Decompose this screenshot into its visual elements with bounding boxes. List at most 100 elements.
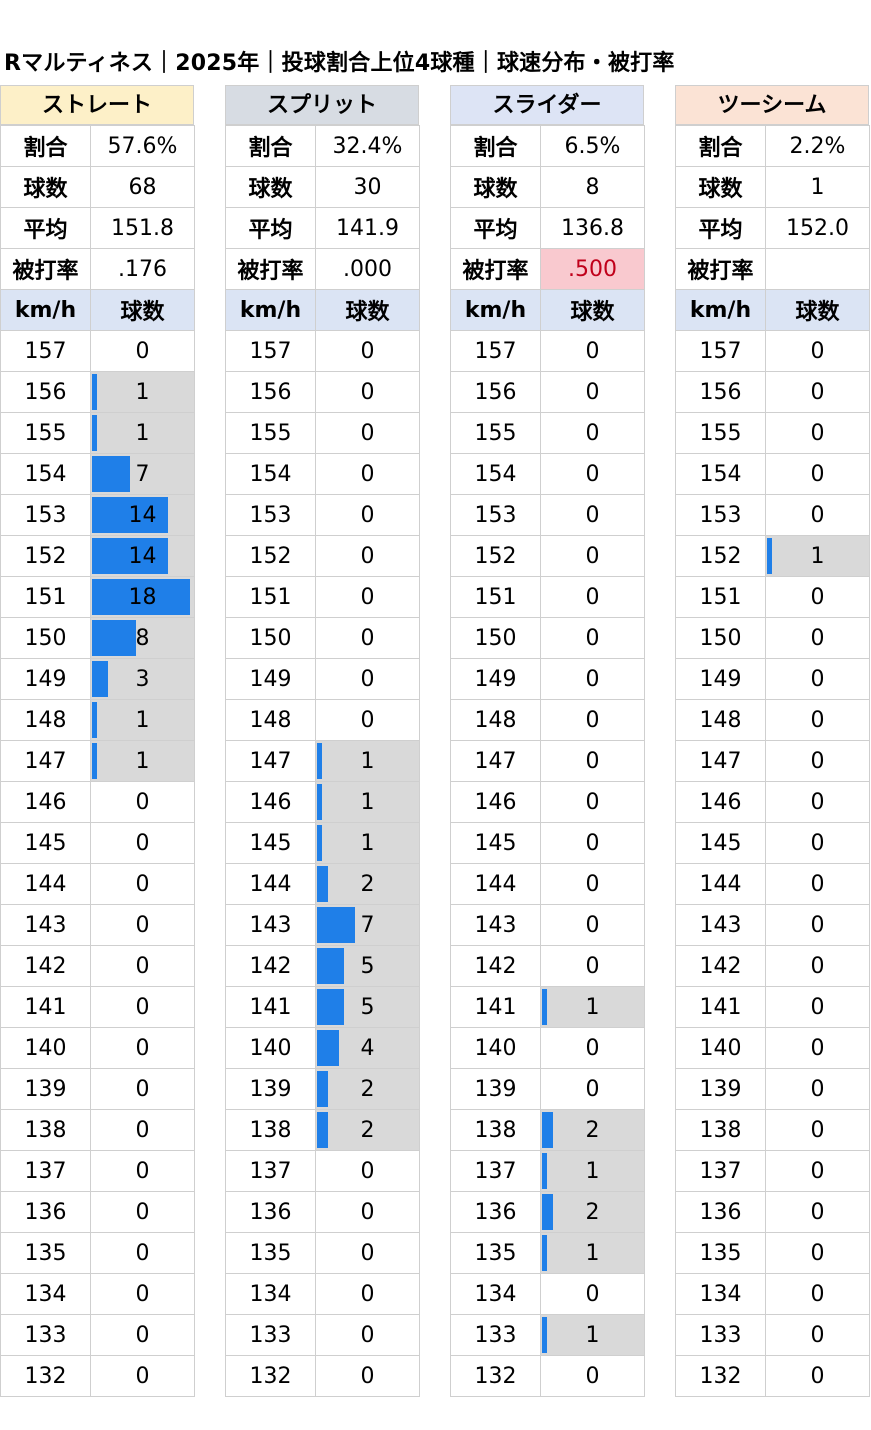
speed-tick-label: 135 — [450, 1232, 541, 1274]
stat-row-count: 球数 1 — [675, 166, 870, 208]
speed-bar — [317, 1030, 339, 1066]
stat-value-ba — [765, 248, 870, 290]
count-cell: 0 — [315, 576, 420, 618]
count-data-label: 0 — [810, 379, 825, 405]
count-column-header: 球数 — [315, 289, 420, 331]
speed-tick-label: 152 — [0, 535, 91, 577]
count-data-label: 0 — [135, 1158, 150, 1184]
distribution-row: 137 0 — [225, 1150, 420, 1192]
distribution-row: 148 0 — [225, 699, 420, 741]
distribution-row: 147 0 — [450, 740, 645, 782]
speed-bar — [317, 825, 322, 861]
pitch-panel-4: ツーシーム 割合 2.2% 球数 1 平均 152.0 被打率 km/h 球数 157 0 156 0 15… — [675, 85, 870, 1397]
count-data-label: 0 — [810, 1076, 825, 1102]
distribution-row: 144 0 — [0, 863, 195, 905]
distribution-row: 156 0 — [450, 371, 645, 413]
stat-row-ratio: 割合 2.2% — [675, 125, 870, 167]
count-cell: 0 — [315, 1232, 420, 1274]
speed-tick-label: 150 — [450, 617, 541, 659]
count-data-label: 0 — [360, 666, 375, 692]
speed-tick-label: 150 — [675, 617, 766, 659]
speed-tick-label: 148 — [675, 699, 766, 741]
speed-tick-label: 147 — [0, 740, 91, 782]
count-data-label: 0 — [810, 994, 825, 1020]
distribution-row: 146 0 — [0, 781, 195, 823]
speed-tick-label: 147 — [450, 740, 541, 782]
stat-value-avg: 151.8 — [90, 207, 195, 249]
stat-label: 被打率 — [0, 248, 91, 290]
count-cell: 0 — [90, 863, 195, 905]
speed-tick-label: 151 — [675, 576, 766, 618]
count-cell: 0 — [540, 822, 645, 864]
count-cell: 0 — [90, 1355, 195, 1397]
count-data-label: 0 — [585, 912, 600, 938]
speed-tick-label: 140 — [675, 1027, 766, 1069]
count-data-label: 0 — [585, 953, 600, 979]
distribution-row: 142 0 — [675, 945, 870, 987]
distribution-row: 133 0 — [225, 1314, 420, 1356]
speed-bar — [542, 1317, 547, 1353]
stat-row-count: 球数 68 — [0, 166, 195, 208]
count-cell: 2 — [315, 1109, 420, 1151]
distribution-row: 154 0 — [675, 453, 870, 495]
count-cell: 0 — [540, 330, 645, 372]
distribution-row: 155 0 — [225, 412, 420, 454]
speed-tick-label: 144 — [450, 863, 541, 905]
distribution-row: 137 1 — [450, 1150, 645, 1192]
count-data-label: 0 — [360, 1199, 375, 1225]
count-cell: 0 — [315, 412, 420, 454]
speed-tick-label: 140 — [0, 1027, 91, 1069]
count-data-label: 14 — [128, 543, 157, 569]
count-cell: 0 — [765, 412, 870, 454]
count-data-label: 8 — [135, 625, 150, 651]
count-data-label: 0 — [135, 1322, 150, 1348]
speed-column-header: km/h — [225, 289, 316, 331]
count-cell: 0 — [315, 1150, 420, 1192]
count-column-header: 球数 — [90, 289, 195, 331]
speed-tick-label: 133 — [0, 1314, 91, 1356]
count-data-label: 0 — [810, 789, 825, 815]
speed-tick-label: 133 — [675, 1314, 766, 1356]
count-cell: 0 — [90, 904, 195, 946]
count-cell: 2 — [540, 1191, 645, 1233]
count-column-header: 球数 — [540, 289, 645, 331]
pitch-table: 割合 32.4% 球数 30 平均 141.9 被打率 .000 km/h 球数 157 0 156 0 1… — [225, 125, 420, 1397]
speed-bar — [317, 948, 344, 984]
speed-bar — [92, 620, 136, 656]
speed-tick-label: 134 — [0, 1273, 91, 1315]
speed-tick-label: 155 — [450, 412, 541, 454]
count-data-label: 0 — [360, 461, 375, 487]
pitch-name-header: ツーシーム — [675, 85, 869, 125]
distribution-row: 152 0 — [450, 535, 645, 577]
count-data-label: 7 — [135, 461, 150, 487]
speed-tick-label: 153 — [675, 494, 766, 536]
count-cell: 18 — [90, 576, 195, 618]
speed-tick-label: 150 — [0, 617, 91, 659]
speed-bar — [317, 743, 322, 779]
speed-tick-label: 144 — [225, 863, 316, 905]
count-cell: 0 — [315, 699, 420, 741]
count-data-label: 0 — [810, 420, 825, 446]
count-data-label: 0 — [585, 625, 600, 651]
distribution-row: 147 1 — [0, 740, 195, 782]
count-data-label: 0 — [135, 338, 150, 364]
count-data-label: 0 — [810, 666, 825, 692]
speed-tick-label: 148 — [225, 699, 316, 741]
column-header-row: km/h 球数 — [450, 289, 645, 331]
distribution-row: 137 0 — [675, 1150, 870, 1192]
count-data-label: 0 — [810, 1322, 825, 1348]
speed-tick-label: 141 — [225, 986, 316, 1028]
count-cell: 2 — [315, 863, 420, 905]
stat-row-ba: 被打率 — [675, 248, 870, 290]
count-data-label: 0 — [135, 871, 150, 897]
count-cell: 0 — [540, 1273, 645, 1315]
speed-tick-label: 143 — [675, 904, 766, 946]
stat-value-count: 30 — [315, 166, 420, 208]
count-cell: 1 — [315, 822, 420, 864]
count-data-label: 0 — [360, 543, 375, 569]
count-data-label: 1 — [360, 789, 375, 815]
count-data-label: 0 — [360, 1158, 375, 1184]
distribution-row: 132 0 — [0, 1355, 195, 1397]
count-cell: 1 — [540, 1232, 645, 1274]
count-data-label: 5 — [360, 953, 375, 979]
